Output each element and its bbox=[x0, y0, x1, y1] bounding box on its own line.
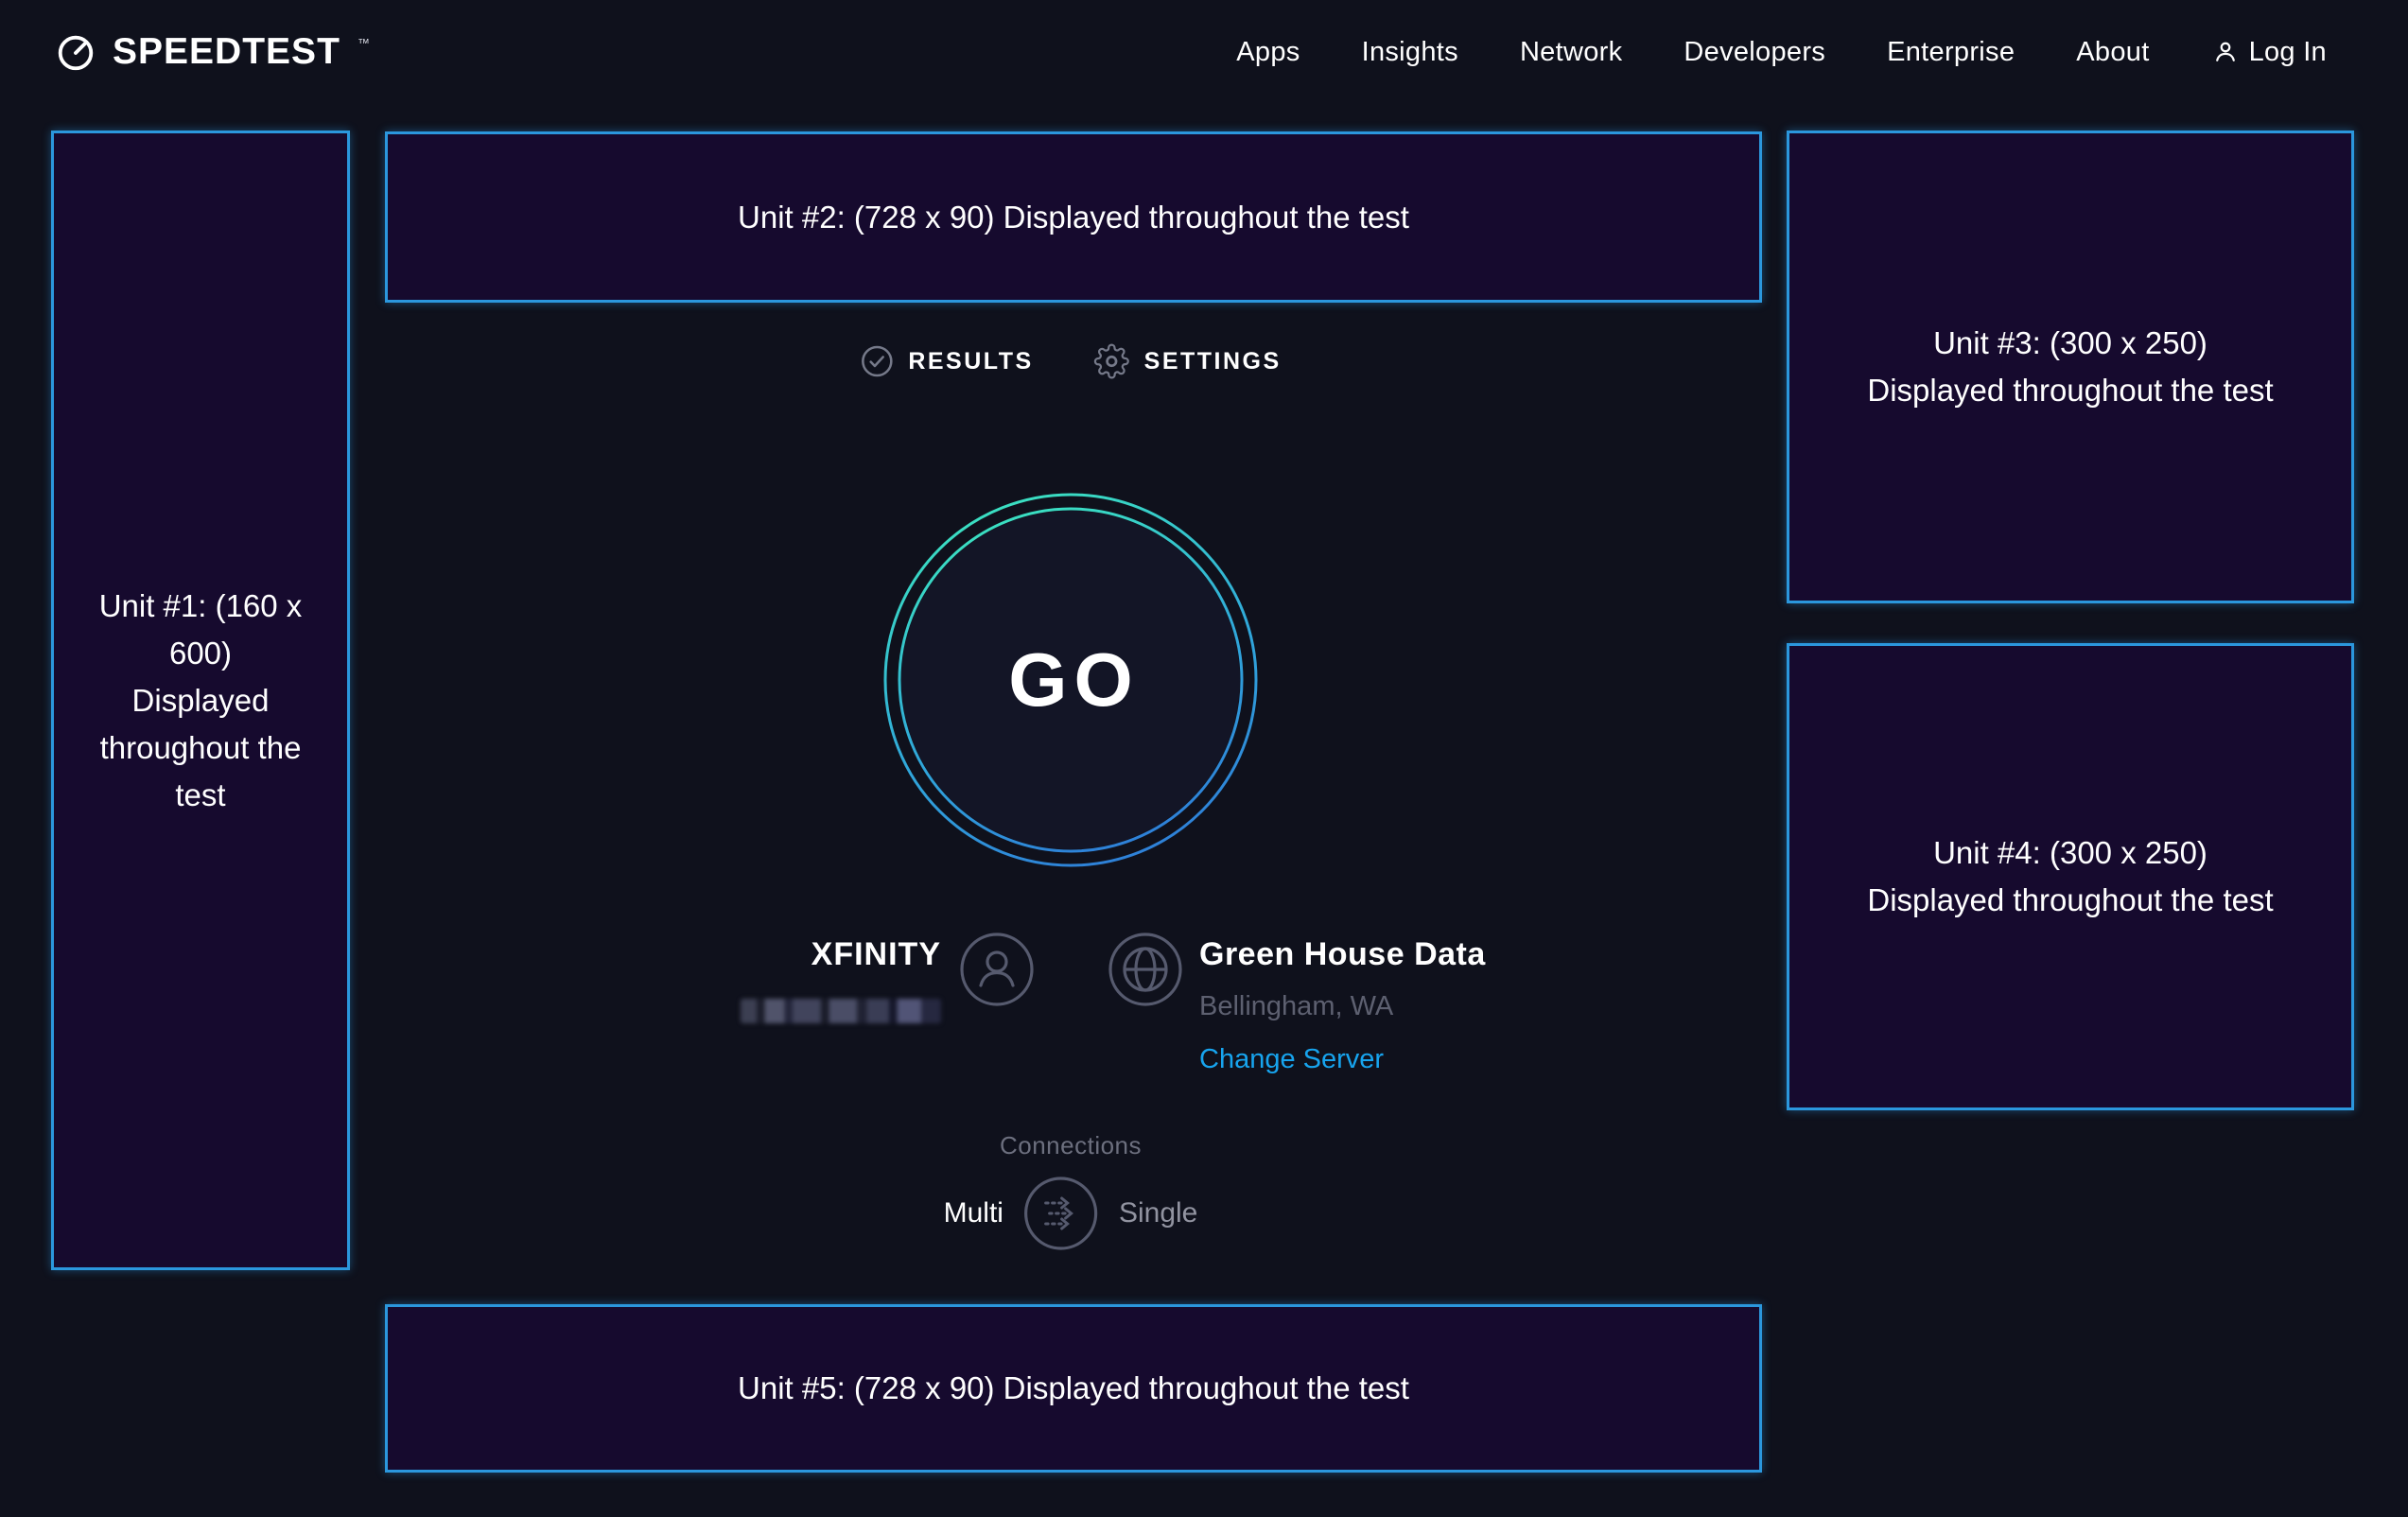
change-server-link[interactable]: Change Server bbox=[1199, 1044, 1486, 1075]
ad-unit-5-728x90: Unit #5: (728 x 90) Displayed throughout… bbox=[385, 1304, 1762, 1473]
speedtest-page: SPEEDTEST ™ Apps Insights Network Develop… bbox=[0, 0, 2408, 1517]
top-navbar: SPEEDTEST ™ Apps Insights Network Develop… bbox=[0, 0, 2408, 104]
gauge-icon bbox=[54, 30, 97, 74]
connections-label: Connections bbox=[1000, 1131, 1142, 1160]
ad-unit-3-300x250: Unit #3: (300 x 250) Displayed throughou… bbox=[1787, 131, 2354, 603]
ad-unit-2-728x90: Unit #2: (728 x 90) Displayed throughout… bbox=[385, 131, 1762, 303]
isp-user-icon bbox=[960, 933, 1034, 1006]
nav-apps[interactable]: Apps bbox=[1236, 37, 1300, 68]
ad-unit-4-text: Unit #4: (300 x 250) Displayed throughou… bbox=[1862, 829, 2278, 924]
isp-name: XFINITY bbox=[811, 936, 941, 973]
server-location: Bellingham, WA bbox=[1199, 991, 1486, 1022]
ad-unit-1-text: Unit #1: (160 x 600) Displayed throughou… bbox=[99, 583, 303, 819]
server-name: Green House Data bbox=[1199, 936, 1486, 973]
server-info: Green House Data Bellingham, WA Change S… bbox=[1199, 936, 1486, 1075]
ad-unit-2-text: Unit #2: (728 x 90) Displayed throughout… bbox=[738, 194, 1409, 241]
trademark: ™ bbox=[358, 36, 370, 50]
ad-unit-3-text: Unit #3: (300 x 250) Displayed throughou… bbox=[1862, 320, 2278, 414]
connections-toggle-button[interactable] bbox=[1024, 1177, 1098, 1250]
tab-results[interactable]: RESULTS bbox=[860, 344, 1033, 378]
speedtest-logo[interactable]: SPEEDTEST ™ bbox=[54, 30, 368, 74]
connections-multi-option[interactable]: Multi bbox=[944, 1197, 1003, 1229]
globe-icon bbox=[1108, 933, 1182, 1006]
connections-single-option[interactable]: Single bbox=[1119, 1197, 1197, 1229]
ad-unit-1-160x600: Unit #1: (160 x 600) Displayed throughou… bbox=[51, 131, 350, 1270]
login-label: Log In bbox=[2249, 37, 2327, 68]
brand-text: SPEEDTEST bbox=[113, 31, 340, 73]
nav-insights[interactable]: Insights bbox=[1362, 37, 1458, 68]
user-icon bbox=[2211, 38, 2240, 66]
nav-enterprise[interactable]: Enterprise bbox=[1887, 37, 2015, 68]
tab-settings[interactable]: SETTINGS bbox=[1094, 343, 1282, 379]
go-button[interactable]: GO bbox=[881, 491, 1260, 869]
nav-developers[interactable]: Developers bbox=[1684, 37, 1825, 68]
ad-unit-4-300x250: Unit #4: (300 x 250) Displayed throughou… bbox=[1787, 643, 2354, 1110]
masked-ip bbox=[741, 999, 941, 1023]
tab-results-label: RESULTS bbox=[908, 348, 1033, 375]
main-nav: Apps Insights Network Developers Enterpr… bbox=[1236, 37, 2327, 68]
gear-icon bbox=[1094, 343, 1130, 379]
view-tabs: RESULTS SETTINGS bbox=[860, 343, 1281, 379]
ad-unit-5-text: Unit #5: (728 x 90) Displayed throughout… bbox=[738, 1365, 1409, 1412]
check-circle-icon bbox=[860, 344, 894, 378]
go-label: GO bbox=[881, 491, 1260, 869]
nav-network[interactable]: Network bbox=[1520, 37, 1622, 68]
multi-connection-arrows-icon bbox=[1024, 1177, 1098, 1250]
tab-settings-label: SETTINGS bbox=[1144, 348, 1282, 375]
login-button[interactable]: Log In bbox=[2211, 37, 2327, 68]
connections-toggle-row: Multi Single bbox=[944, 1177, 1198, 1250]
nav-about[interactable]: About bbox=[2076, 37, 2149, 68]
